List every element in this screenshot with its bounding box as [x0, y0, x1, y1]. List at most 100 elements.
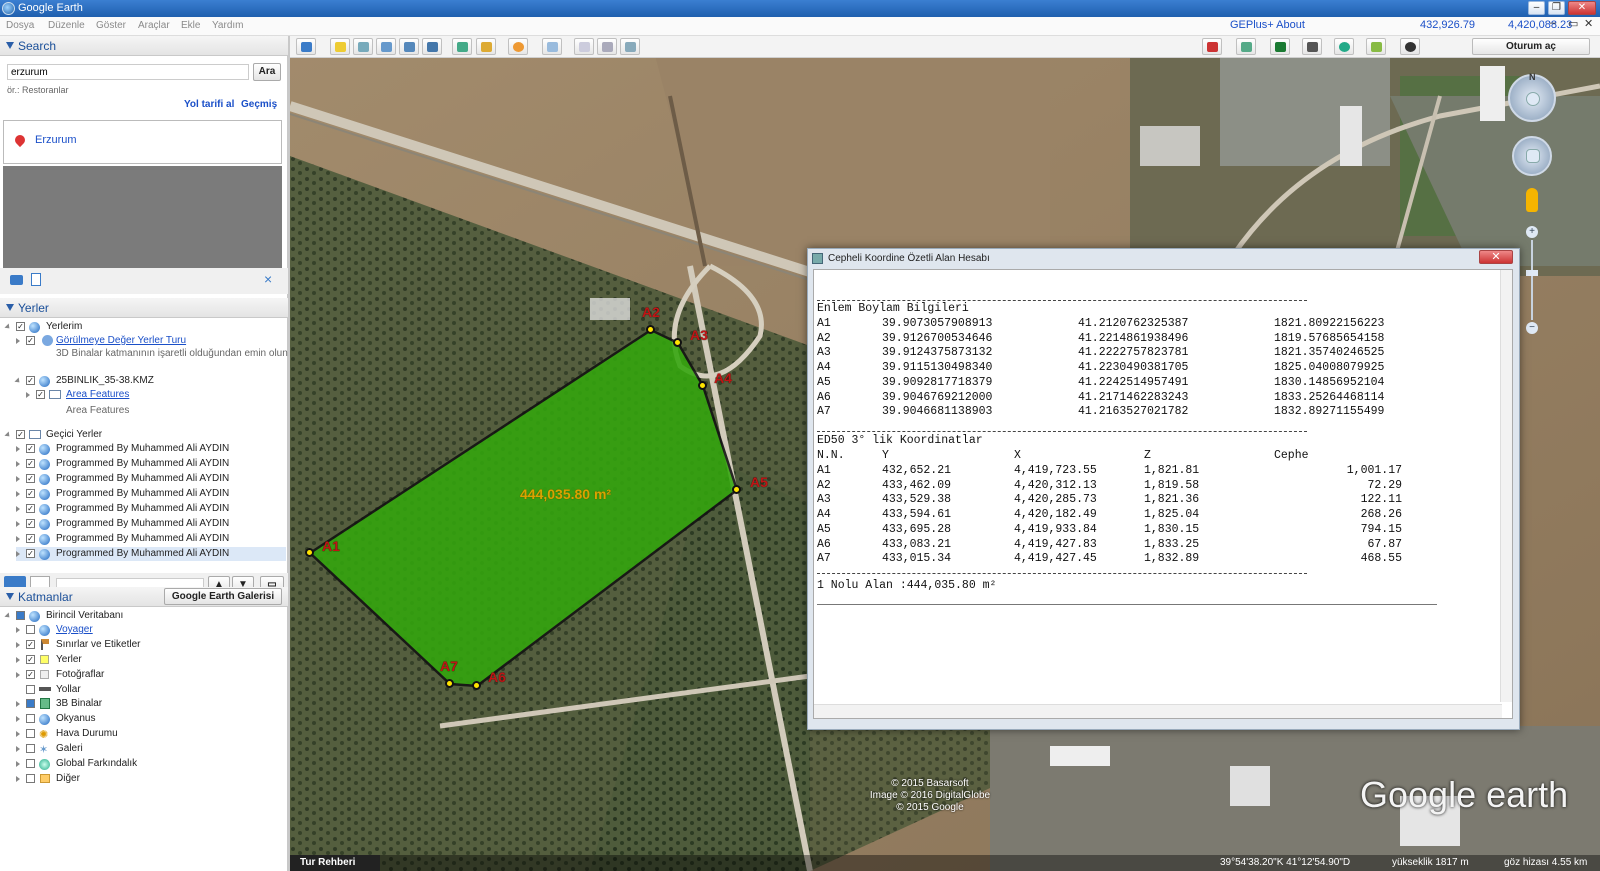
- expand-arrow-icon[interactable]: [16, 716, 20, 722]
- historical-imagery-button[interactable]: [452, 38, 472, 55]
- doc-restore-icon[interactable]: ▭: [1568, 17, 1578, 30]
- checkbox[interactable]: [26, 625, 35, 634]
- vertex-marker-a2[interactable]: [646, 325, 655, 334]
- checkbox[interactable]: ✓: [16, 430, 25, 439]
- checkbox[interactable]: ✓: [26, 489, 35, 498]
- menu-file[interactable]: Dosya: [6, 20, 34, 31]
- close-search-icon[interactable]: ×: [264, 271, 272, 287]
- places-panel-header[interactable]: Yerler: [0, 298, 288, 318]
- checkbox[interactable]: [16, 611, 25, 620]
- search-result-item[interactable]: Erzurum: [35, 134, 77, 146]
- add-overlay-button[interactable]: [399, 38, 419, 55]
- sidebar-toggle-button[interactable]: [296, 38, 316, 55]
- expand-arrow-icon[interactable]: [14, 377, 22, 385]
- record-tour-button[interactable]: [422, 38, 442, 55]
- tree-label-link[interactable]: Görülmeye Değer Yerler Turu: [56, 334, 186, 348]
- vertical-scrollbar[interactable]: [1500, 270, 1512, 702]
- checkbox[interactable]: [26, 759, 35, 768]
- vertex-marker-a6[interactable]: [472, 681, 481, 690]
- search-panel-header[interactable]: Search: [0, 36, 288, 56]
- vertex-marker-a7[interactable]: [445, 679, 454, 688]
- tree-row-programmed[interactable]: ✓ Programmed By Muhammed Ali AYDIN: [16, 532, 286, 546]
- maximize-button[interactable]: ❐: [1548, 1, 1565, 15]
- excel-button[interactable]: [1270, 38, 1290, 55]
- tree-label-link[interactable]: Voyager: [56, 623, 93, 637]
- expand-arrow-icon[interactable]: [16, 491, 20, 497]
- checkbox[interactable]: ✓: [26, 376, 35, 385]
- tree-row-programmed[interactable]: ✓ Programmed By Muhammed Ali AYDIN: [16, 472, 286, 486]
- doc-close-icon[interactable]: ✕: [1584, 17, 1593, 30]
- tree-label-link[interactable]: Area Features: [66, 388, 129, 402]
- vertex-marker-a4[interactable]: [698, 381, 707, 390]
- map-plugin-button[interactable]: [1366, 38, 1386, 55]
- move-joystick[interactable]: [1512, 136, 1552, 176]
- doc-minimize-icon[interactable]: –: [1550, 17, 1556, 29]
- checkbox[interactable]: [26, 744, 35, 753]
- tree-row-programmed[interactable]: ✓ Programmed By Muhammed Ali AYDIN: [16, 517, 286, 531]
- expand-arrow-icon[interactable]: [16, 476, 20, 482]
- expand-arrow-icon[interactable]: [26, 392, 30, 398]
- expand-arrow-icon[interactable]: [16, 338, 20, 344]
- menu-help[interactable]: Yardım: [212, 20, 244, 31]
- checkbox[interactable]: ✓: [26, 670, 35, 679]
- history-link[interactable]: Geçmiş: [241, 99, 277, 110]
- tour-guide-button[interactable]: Tur Rehberi: [290, 855, 380, 871]
- checkbox[interactable]: ✓: [26, 459, 35, 468]
- close-window-button[interactable]: ✕: [1568, 1, 1596, 15]
- vertex-marker-a3[interactable]: [673, 338, 682, 347]
- expand-arrow-icon[interactable]: [16, 746, 20, 752]
- vertex-marker-a1[interactable]: [305, 548, 314, 557]
- expand-arrow-icon[interactable]: [16, 701, 20, 707]
- horizontal-scrollbar[interactable]: [814, 704, 1502, 718]
- tree-row-programmed[interactable]: ✓ Programmed By Muhammed Ali AYDIN: [16, 502, 286, 516]
- dialog-close-button[interactable]: ✕: [1479, 250, 1513, 264]
- checkbox[interactable]: ✓: [26, 534, 35, 543]
- expand-arrow-icon[interactable]: [16, 461, 20, 467]
- checkbox[interactable]: ✓: [26, 655, 35, 664]
- layers-panel-header[interactable]: Katmanlar Google Earth Galerisi: [0, 587, 288, 607]
- camera-button[interactable]: [1302, 38, 1322, 55]
- checkbox[interactable]: ✓: [26, 474, 35, 483]
- expand-arrow-icon[interactable]: [4, 323, 12, 331]
- menu-tools[interactable]: Araçlar: [138, 20, 170, 31]
- checkbox[interactable]: [26, 714, 35, 723]
- checkbox[interactable]: ✓: [26, 519, 35, 528]
- street-view-pegman-icon[interactable]: [1526, 188, 1538, 212]
- expand-arrow-icon[interactable]: [16, 551, 20, 557]
- zoom-out-icon[interactable]: −: [1526, 322, 1538, 334]
- menu-edit[interactable]: Düzenle: [48, 20, 85, 31]
- expand-arrow-icon[interactable]: [16, 776, 20, 782]
- power-button[interactable]: [1400, 38, 1420, 55]
- checkbox[interactable]: ✓: [26, 640, 35, 649]
- tree-row-programmed[interactable]: ✓ Programmed By Muhammed Ali AYDIN: [16, 487, 286, 501]
- expand-arrow-icon[interactable]: [4, 431, 12, 439]
- checkbox[interactable]: ✓: [26, 549, 35, 558]
- checkbox[interactable]: ✓: [26, 444, 35, 453]
- print-button[interactable]: [597, 38, 617, 55]
- menu-view[interactable]: Göster: [96, 20, 126, 31]
- minimize-button[interactable]: –: [1528, 1, 1545, 15]
- expand-arrow-icon[interactable]: [16, 506, 20, 512]
- look-joystick[interactable]: N: [1508, 72, 1556, 122]
- tree-row-programmed[interactable]: ✓ Programmed By Muhammed Ali AYDIN: [16, 442, 286, 456]
- tree-row-programmed[interactable]: ✓ Programmed By Muhammed Ali AYDIN: [16, 457, 286, 471]
- zoom-thumb[interactable]: [1526, 270, 1538, 276]
- tree-row-programmed-selected[interactable]: ✓ Programmed By Muhammed Ali AYDIN: [16, 547, 286, 561]
- expand-arrow-icon[interactable]: [4, 612, 12, 620]
- vertex-marker-a5[interactable]: [732, 485, 741, 494]
- sign-in-button[interactable]: Oturum aç: [1472, 38, 1590, 55]
- directions-link[interactable]: Yol tarifi al: [184, 99, 234, 110]
- checkbox[interactable]: ✓: [36, 390, 45, 399]
- zoom-slider[interactable]: + −: [1526, 226, 1538, 336]
- checkbox[interactable]: ✓: [26, 336, 35, 345]
- expand-arrow-icon[interactable]: [16, 642, 20, 648]
- add-polygon-button[interactable]: [353, 38, 373, 55]
- checkbox[interactable]: [26, 685, 35, 694]
- planets-button[interactable]: [508, 38, 528, 55]
- copy-icon[interactable]: [31, 273, 41, 286]
- zoom-in-icon[interactable]: +: [1526, 226, 1538, 238]
- search-button[interactable]: Ara: [253, 63, 281, 81]
- checkbox[interactable]: [26, 729, 35, 738]
- expand-arrow-icon[interactable]: [16, 731, 20, 737]
- geplus-about-link[interactable]: GEPlus+ About: [1230, 19, 1305, 31]
